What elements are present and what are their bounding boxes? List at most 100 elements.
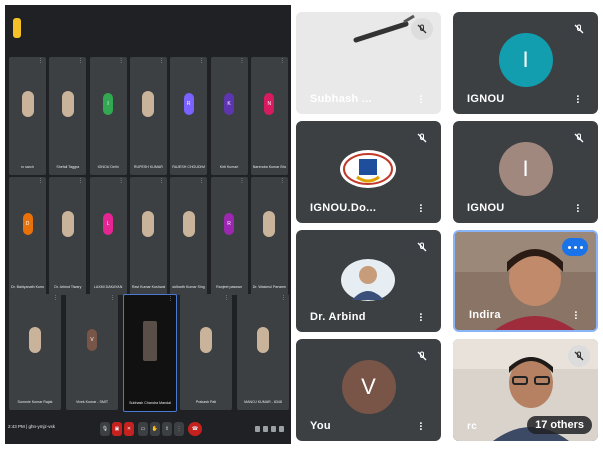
tile-menu-icon: ⋮	[110, 295, 115, 301]
people-icon[interactable]	[263, 426, 268, 432]
tile-ignou-1[interactable]: I IGNOU · · ·	[453, 12, 598, 114]
avatar	[61, 91, 74, 118]
avatar: V	[341, 359, 396, 414]
present-button[interactable]: ⇪	[162, 422, 172, 436]
avatar: V	[87, 329, 97, 352]
participant-name: RAJESH CHOUDHARY	[172, 165, 206, 169]
shared-participant-tile: ⋮ K Kirti Kumari	[210, 57, 248, 175]
tile-rc[interactable]: rc 17 others	[453, 339, 598, 441]
presenting-indicator	[13, 18, 21, 38]
tile-indira[interactable]: Indira · · ·	[453, 230, 598, 332]
participant-name: Dr. Wasimul Parween	[252, 285, 286, 289]
shared-participant-tile: ⋮ Ravi Kumar Kushwaha	[129, 177, 167, 295]
tile-menu-icon: ⋮	[199, 58, 205, 64]
participant-name: IGNOU	[467, 202, 505, 214]
tile-menu-icon: ⋮	[224, 295, 229, 301]
muted-mic-icon	[568, 18, 590, 40]
ignou-logo	[340, 150, 396, 188]
shared-participant-tile: ⋮ rc sarch	[9, 57, 46, 175]
shared-participant-tile: ⋮ R Ranjeet paswan	[210, 177, 248, 295]
avatar	[200, 327, 212, 354]
shared-participant-tile: ⋮ R RAJESH CHOUDHARY	[170, 57, 208, 175]
mic-off-button[interactable]: ✕	[124, 422, 134, 436]
avatar: K	[224, 93, 234, 116]
tile-subhash[interactable]: Subhash ... · · ·	[296, 12, 441, 114]
avatar: R	[224, 213, 234, 236]
info-icon[interactable]	[255, 426, 260, 432]
participant-name: RUPESH KUMAR	[133, 165, 163, 169]
shared-screen: ⋮ rc sarch ⋮ Shefali Taggra ⋮ I IGNOU Delhi ⋮ RU…	[5, 5, 291, 444]
tile-menu-icon: ⋮	[53, 295, 58, 301]
avatar	[182, 211, 195, 238]
others-count-badge[interactable]: 17 others	[527, 416, 592, 434]
muted-mic-icon	[411, 127, 433, 149]
tile-menu-icon: ⋮	[158, 58, 164, 64]
shared-participant-tile: ⋮ D Dr. Baidyanath Kumar	[9, 177, 46, 295]
tile-menu-icon: ⋮	[279, 178, 285, 184]
participant-name: sidharth Kumar Singh	[172, 285, 206, 289]
more-options-icon[interactable]: · · ·	[576, 92, 580, 109]
participant-name: Ravi Kumar Kushwaha	[131, 285, 165, 289]
shared-participant-tile: ⋮ Prakash Pati	[180, 294, 232, 410]
participant-name: rc	[467, 421, 478, 432]
tile-you[interactable]: V You · · ·	[296, 339, 441, 441]
more-options-button[interactable]: ⋮	[174, 422, 184, 436]
tile-ignou-do[interactable]: IGNOU.Do... · · ·	[296, 121, 441, 223]
participant-name: IGNOU.Do...	[310, 202, 377, 214]
participant-name: IGNOU Delhi	[97, 165, 119, 169]
participant-name: Indira	[469, 309, 501, 321]
shared-participant-tile: ⋮ Subhash Chandra Mandal	[123, 294, 177, 412]
tile-menu-icon: ⋮	[239, 58, 245, 64]
participant-name: Ranjeet paswan	[216, 285, 242, 289]
more-options-icon[interactable]: · · ·	[419, 310, 423, 327]
more-options-icon[interactable]: · · ·	[419, 92, 423, 109]
participant-name: MANOJ KUMAR - 8348	[244, 400, 282, 404]
participant-name: Dr. Baidyanath Kumar	[11, 285, 44, 289]
mic-button[interactable]: 🎙	[100, 422, 110, 436]
participant-name: Dr. Arbind	[310, 311, 366, 323]
muted-mic-icon	[568, 127, 590, 149]
avatar	[143, 321, 157, 362]
tile-ignou-2[interactable]: I IGNOU · · ·	[453, 121, 598, 223]
avatar: D	[22, 213, 33, 236]
tile-menu-icon: ⋮	[168, 296, 173, 302]
avatar: I	[498, 141, 553, 196]
avatar	[257, 327, 269, 354]
more-options-icon[interactable]: · · ·	[419, 419, 423, 436]
participant-row-3: ⋮ Sunnnie Kumar Rajak ⋮ V Vivek Kumar - SMIT…	[9, 294, 289, 412]
tile-menu-icon: ⋮	[38, 178, 43, 184]
shared-meeting-toolbar: 2:43 PM | ghn-ymjz-vsk 🎙 ▣ ✕ ▭ ✋ ⇪ ⋮ ☎	[5, 415, 291, 444]
activities-icon[interactable]	[279, 426, 284, 432]
avatar: N	[264, 93, 275, 116]
avatar: R	[183, 93, 194, 116]
raise-hand-button[interactable]: ✋	[150, 422, 160, 436]
participant-name: LAXMI DAKAYAN	[93, 285, 123, 289]
shared-participant-tile: ⋮ I IGNOU Delhi	[89, 57, 127, 175]
participant-name: Kirti Kumari	[219, 165, 239, 169]
tile-dr-arbind[interactable]: Dr. Arbind · · ·	[296, 230, 441, 332]
muted-mic-icon	[568, 345, 590, 367]
participant-name: Prakash Pati	[195, 400, 217, 404]
shared-participant-tile: ⋮ N Narendra Kumar Bhatia	[250, 57, 288, 175]
camera-off-button[interactable]: ▣	[112, 422, 122, 436]
chat-icon[interactable]	[271, 426, 276, 432]
tile-menu-icon: ⋮	[78, 58, 84, 64]
avatar	[263, 211, 276, 238]
leave-call-button[interactable]: ☎	[188, 422, 202, 436]
participant-name: Shefali Taggra	[56, 165, 80, 169]
shared-participant-tile: ⋮ V Vivek Kumar - SMIT	[66, 294, 118, 410]
participant-name: Dr. Arbind Tiwary	[54, 285, 82, 289]
captions-button[interactable]: ▭	[138, 422, 148, 436]
more-options-icon[interactable]: · · ·	[574, 308, 578, 325]
tile-menu-icon: ⋮	[158, 178, 164, 184]
avatar	[29, 327, 41, 354]
participant-name: Narendra Kumar Bhatia	[252, 165, 286, 169]
shared-participant-tile: ⋮ sidharth Kumar Singh	[170, 177, 208, 295]
shared-participant-tile: ⋮ Sunnnie Kumar Rajak	[9, 294, 61, 410]
meeting-clock: 2:43 PM | ghn-ymjz-vsk	[8, 424, 55, 429]
more-options-icon[interactable]: · · ·	[576, 201, 580, 218]
participant-name: IGNOU	[467, 93, 505, 105]
avatar	[21, 91, 34, 118]
more-options-icon[interactable]: · · ·	[419, 201, 423, 218]
avatar: I	[103, 93, 114, 116]
